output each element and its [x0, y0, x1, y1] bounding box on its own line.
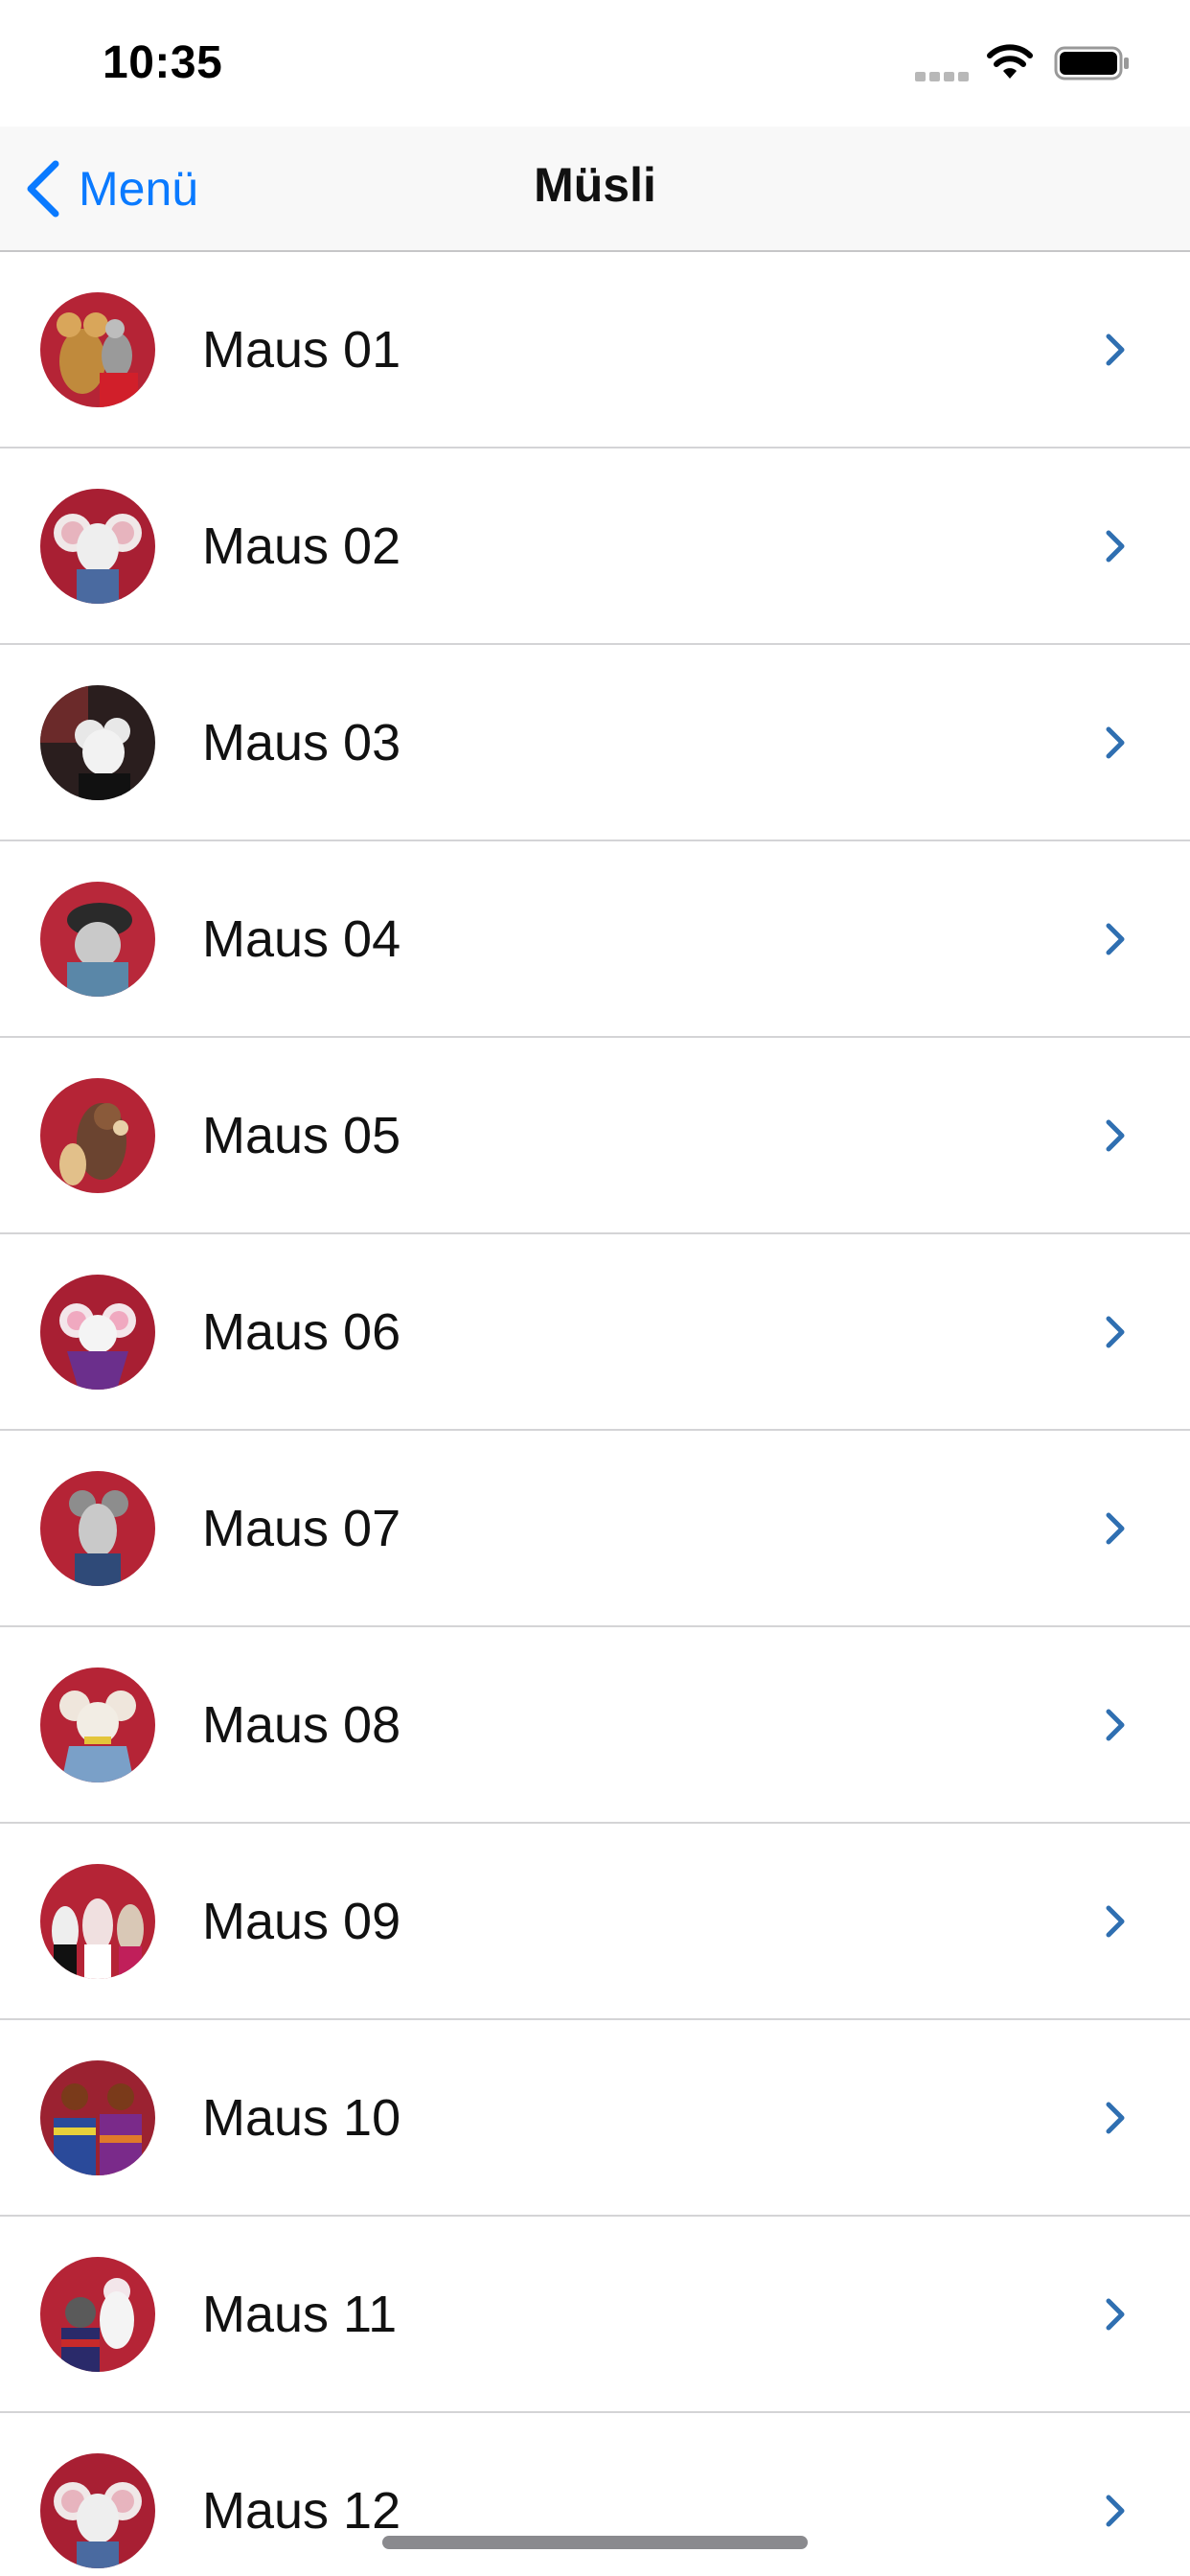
list-item[interactable]: Maus 03 [0, 645, 1190, 841]
battery-icon [1054, 46, 1129, 80]
list-item[interactable]: Maus 02 [0, 448, 1190, 645]
chevron-right-icon [1106, 2102, 1125, 2134]
mouse-avatar [40, 1275, 155, 1390]
list-item[interactable]: Maus 12 [0, 2413, 1190, 2576]
list-item-label: Maus 04 [202, 910, 401, 968]
list-item[interactable]: Maus 04 [0, 841, 1190, 1038]
list-item[interactable]: Maus 09 [0, 1824, 1190, 2020]
screen: 10:35 Menü Müsli Maus 01 Maus 02 Maus 03… [0, 0, 1190, 2576]
list-item-label: Maus 07 [202, 1500, 401, 1557]
status-bar: 10:35 [0, 0, 1190, 126]
status-time: 10:35 [103, 37, 223, 88]
chevron-right-icon [1106, 1709, 1125, 1741]
chevron-right-icon [1106, 530, 1125, 563]
chevron-right-icon [1106, 726, 1125, 759]
list-item-label: Maus 08 [202, 1696, 401, 1754]
wifi-icon [987, 44, 1033, 79]
list-item-label: Maus 06 [202, 1303, 401, 1361]
list-item[interactable]: Maus 08 [0, 1627, 1190, 1824]
chevron-right-icon [1106, 1119, 1125, 1152]
back-button-label: Menü [79, 162, 199, 216]
chevron-right-icon [1106, 1512, 1125, 1545]
mouse-avatar [40, 2060, 155, 2175]
mouse-avatar [40, 292, 155, 407]
list-item[interactable]: Maus 06 [0, 1234, 1190, 1431]
navigation-bar: Menü Müsli [0, 126, 1190, 252]
mouse-avatar [40, 685, 155, 800]
list-item[interactable]: Maus 10 [0, 2020, 1190, 2217]
mouse-avatar [40, 1864, 155, 1979]
list-item-label: Maus 11 [202, 2286, 398, 2343]
list-item-label: Maus 03 [202, 714, 401, 771]
list-item-label: Maus 10 [202, 2089, 401, 2147]
mouse-list: Maus 01 Maus 02 Maus 03 Maus 04 Maus 05 … [0, 252, 1190, 2576]
list-item[interactable]: Maus 07 [0, 1431, 1190, 1627]
chevron-right-icon [1106, 1905, 1125, 1938]
home-indicator[interactable] [382, 2536, 808, 2549]
list-item[interactable]: Maus 01 [0, 252, 1190, 448]
mouse-avatar [40, 2453, 155, 2568]
chevron-left-icon [27, 160, 59, 218]
list-item-label: Maus 09 [202, 1893, 401, 1950]
list-item-label: Maus 02 [202, 518, 401, 575]
cellular-signal-icon [915, 72, 971, 81]
chevron-right-icon [1106, 334, 1125, 366]
mouse-avatar [40, 1471, 155, 1586]
list-item-label: Maus 01 [202, 321, 401, 379]
mouse-avatar [40, 1668, 155, 1782]
chevron-right-icon [1106, 923, 1125, 955]
mouse-avatar [40, 2257, 155, 2372]
mouse-avatar [40, 882, 155, 997]
mouse-avatar [40, 1078, 155, 1193]
list-item-label: Maus 12 [202, 2482, 401, 2540]
back-button[interactable]: Menü [23, 155, 198, 222]
list-item[interactable]: Maus 11 [0, 2217, 1190, 2413]
mouse-avatar [40, 489, 155, 604]
chevron-right-icon [1106, 2298, 1125, 2331]
chevron-right-icon [1106, 1316, 1125, 1348]
chevron-right-icon [1106, 2495, 1125, 2527]
list-item-label: Maus 05 [202, 1107, 401, 1164]
list-item[interactable]: Maus 05 [0, 1038, 1190, 1234]
